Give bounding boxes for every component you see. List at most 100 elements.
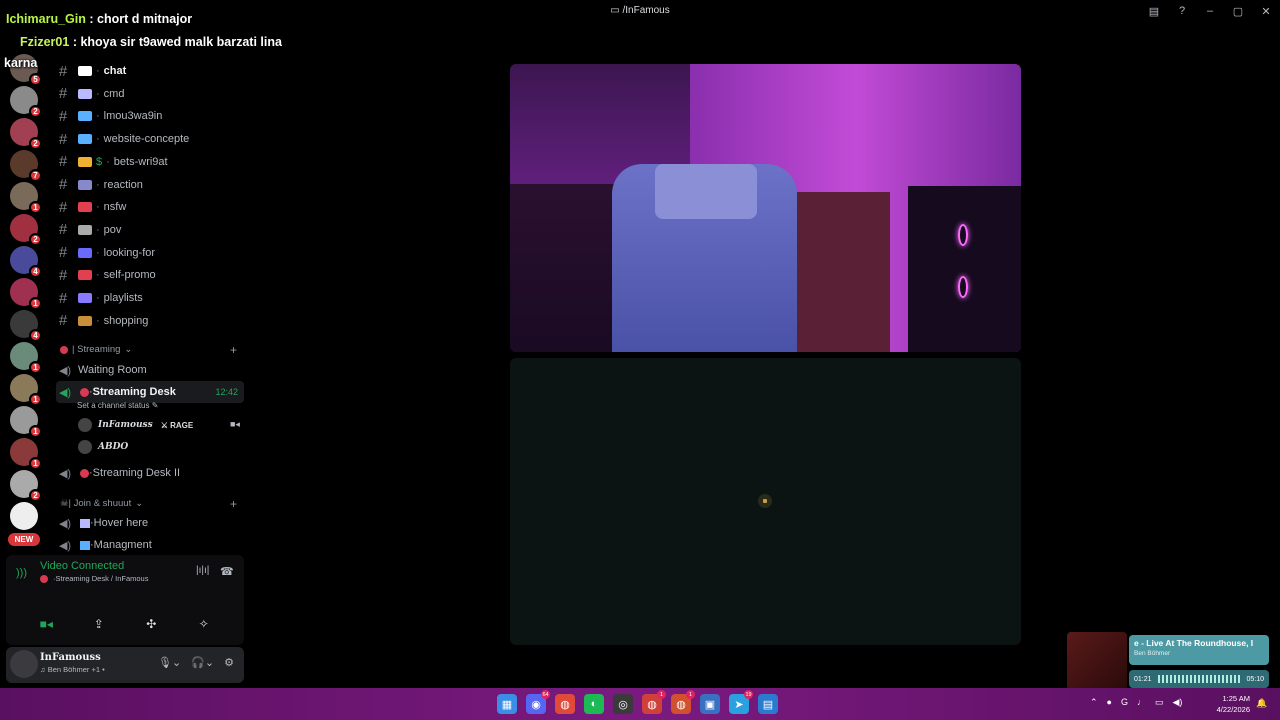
app-tray-icon[interactable]: ● <box>1107 697 1112 708</box>
text-channel-nsfw[interactable]: # · nsfw <box>52 196 242 218</box>
app-g-icon[interactable]: G <box>1121 697 1128 708</box>
signal-icon[interactable]: ))) <box>16 567 27 579</box>
mention-badge: 1 <box>29 425 42 438</box>
voice-channel-streaming-desk[interactable]: ◀) · Streaming Desk 12:42 <box>56 381 244 403</box>
text-channel-self-promo[interactable]: # · self-promo <box>52 264 242 286</box>
server-icon[interactable]: 2 <box>10 470 42 502</box>
audio-taskbar-icon[interactable]: ▤ <box>758 694 778 714</box>
video-stream-empty[interactable] <box>510 358 1021 645</box>
clock[interactable]: 1:25 AM 4/22/2026 <box>1206 693 1250 715</box>
telegram-taskbar-icon[interactable]: ➤ 19 <box>729 690 753 714</box>
gear-icon[interactable]: ⚙ <box>224 656 234 669</box>
mention-badge: 2 <box>29 489 42 502</box>
voice-channel-hover-here[interactable]: ◀) · Hover here <box>56 512 244 534</box>
start-taskbar-icon[interactable]: ▦ <box>497 694 517 714</box>
headphones-icon[interactable]: 🎧⌄ <box>191 656 214 669</box>
microphone-icon[interactable]: 🎙⌄ <box>158 656 181 669</box>
voice-member[interactable]: InFamouss ⚔ RAGE <box>78 416 193 434</box>
chrome-3-taskbar-icon[interactable]: ◍ 1 <box>671 690 695 714</box>
text-channel-pov[interactable]: # · pov <box>52 219 242 241</box>
discord-taskbar-icon[interactable]: ◉ 64 <box>526 690 550 714</box>
activities-button[interactable]: ✣ <box>138 615 164 633</box>
server-icon[interactable]: 1 <box>10 438 42 470</box>
camera-button[interactable]: ■◂ <box>33 615 59 633</box>
notification-icon[interactable]: 🔔 <box>1256 698 1267 709</box>
close-button[interactable]: ✕ <box>1252 0 1280 22</box>
mention-badge: 2 <box>29 105 42 118</box>
skull-icon: ☠ <box>60 498 69 509</box>
text-channel-chat[interactable]: # · chat <box>52 60 242 82</box>
text-channel-lmou3wa9in[interactable]: # · lmou3wa9in <box>52 105 242 127</box>
screen-share-button[interactable]: ⇪ <box>86 615 112 633</box>
video-stream-camera[interactable] <box>510 64 1021 352</box>
speaker-icon: ◀) <box>58 467 72 480</box>
server-icon[interactable]: 1 <box>10 374 42 406</box>
soundboard-button[interactable]: ✧ <box>191 615 217 633</box>
chevron-up-icon[interactable]: ⌃ <box>1090 697 1098 708</box>
server-icon[interactable]: 2 <box>10 214 42 246</box>
text-channel-shopping[interactable]: # · shopping <box>52 310 242 332</box>
voice-channel-streaming-desk-2[interactable]: ◀) · Streaming Desk II <box>56 462 244 484</box>
server-icon[interactable]: 1 <box>10 182 42 214</box>
minimize-button[interactable]: – <box>1196 0 1224 22</box>
voice-status-title[interactable]: Video Connected <box>40 560 124 572</box>
media-progress[interactable]: 01:21 05:10 <box>1129 670 1269 688</box>
category-streaming[interactable]: | Streaming ⌄ + <box>60 343 237 357</box>
remote-taskbar-icon[interactable]: ▣ <box>700 694 720 714</box>
text-channel-looking-for[interactable]: # · looking-for <box>52 242 242 264</box>
channel-emoji-icon <box>78 315 92 326</box>
add-channel-icon[interactable]: + <box>230 343 237 357</box>
voice-member[interactable]: ABDO <box>78 438 128 456</box>
mention-badge: 4 <box>29 329 42 342</box>
voice-channel-waiting-room[interactable]: ◀) Waiting Room <box>56 359 244 381</box>
category-label: | Streaming <box>72 344 121 355</box>
taskbar: ▦ ◉ 64 ◍ ◐ ◎ ◍ 1 ◍ 1 ▣ ➤ 19 ▤ ⌃ ● G ♩ ▭ ◀) 1:25 AM 4/… <box>0 688 1280 720</box>
server-icon[interactable]: 2 <box>10 118 42 150</box>
channel-status-input[interactable]: Set a channel status ✎ <box>77 401 158 410</box>
server-icon[interactable] <box>10 502 38 530</box>
chrome-2-taskbar-icon[interactable]: ◍ 1 <box>642 690 666 714</box>
camera-icon: ■◂ <box>230 419 240 429</box>
user-panel: InFamouss ♫ Ben Böhmer +1 • 🎙⌄ 🎧⌄ ⚙ <box>6 647 244 683</box>
dollar-icon: $ <box>96 155 103 168</box>
disconnect-icon[interactable]: ☎ <box>220 565 234 578</box>
overlay-message: karna <box>4 56 38 70</box>
text-channel-website-concepte[interactable]: # · website-concepte <box>52 128 242 150</box>
text-channel-playlists[interactable]: # · playlists <box>52 287 242 309</box>
help-icon[interactable]: ? <box>1168 0 1196 22</box>
avatar[interactable] <box>10 650 38 678</box>
text-channel-reaction[interactable]: # · reaction <box>52 174 242 196</box>
server-icon[interactable]: 2 <box>10 86 42 118</box>
server-icon[interactable]: 1 <box>10 278 42 310</box>
network-icon[interactable]: ▭ <box>1155 697 1164 708</box>
song-title: e - Live At The Roundhouse, I <box>1134 638 1254 648</box>
server-icon[interactable]: 4 <box>10 310 42 342</box>
add-channel-icon[interactable]: + <box>230 497 237 511</box>
server-icon[interactable]: 4 <box>10 246 42 278</box>
username[interactable]: InFamouss <box>40 652 101 663</box>
chevron-down-icon: ⌄ <box>124 344 133 355</box>
text-channel-bets-wri9at[interactable]: # $ · bets-wri9at <box>52 151 242 173</box>
text-channel-cmd[interactable]: # · cmd <box>52 83 242 105</box>
maximize-button[interactable]: ▢ <box>1224 0 1252 22</box>
channel-emoji-icon <box>78 88 92 99</box>
voice-timer: 12:42 <box>215 387 238 397</box>
spotify-taskbar-icon[interactable]: ◐ <box>584 694 604 714</box>
noise-suppression-icon[interactable]: |ı|ı| <box>196 565 209 576</box>
category-join[interactable]: ☠ | Join & shuuut ⌄ + <box>60 497 237 511</box>
volume-icon[interactable]: ◀) <box>1173 697 1183 708</box>
voice-channel-managment[interactable]: ◀) · Managment <box>56 534 244 556</box>
chrome-taskbar-icon[interactable]: ◍ <box>555 694 575 714</box>
mention-badge: 5 <box>29 73 42 86</box>
voice-status-channel[interactable]: · Streaming Desk / InFamous <box>40 574 148 583</box>
mention-badge: 2 <box>29 233 42 246</box>
microphone-icon[interactable]: ♩ <box>1137 697 1146 708</box>
obs-taskbar-icon[interactable]: ◎ <box>613 694 633 714</box>
hash-icon: # <box>58 130 68 148</box>
mention-badge: 2 <box>29 137 42 150</box>
hash-icon: # <box>58 289 68 307</box>
inbox-icon[interactable]: ▤ <box>1140 0 1168 22</box>
server-icon[interactable]: 7 <box>10 150 42 182</box>
server-icon[interactable]: 1 <box>10 342 42 374</box>
server-icon[interactable]: 1 <box>10 406 42 438</box>
